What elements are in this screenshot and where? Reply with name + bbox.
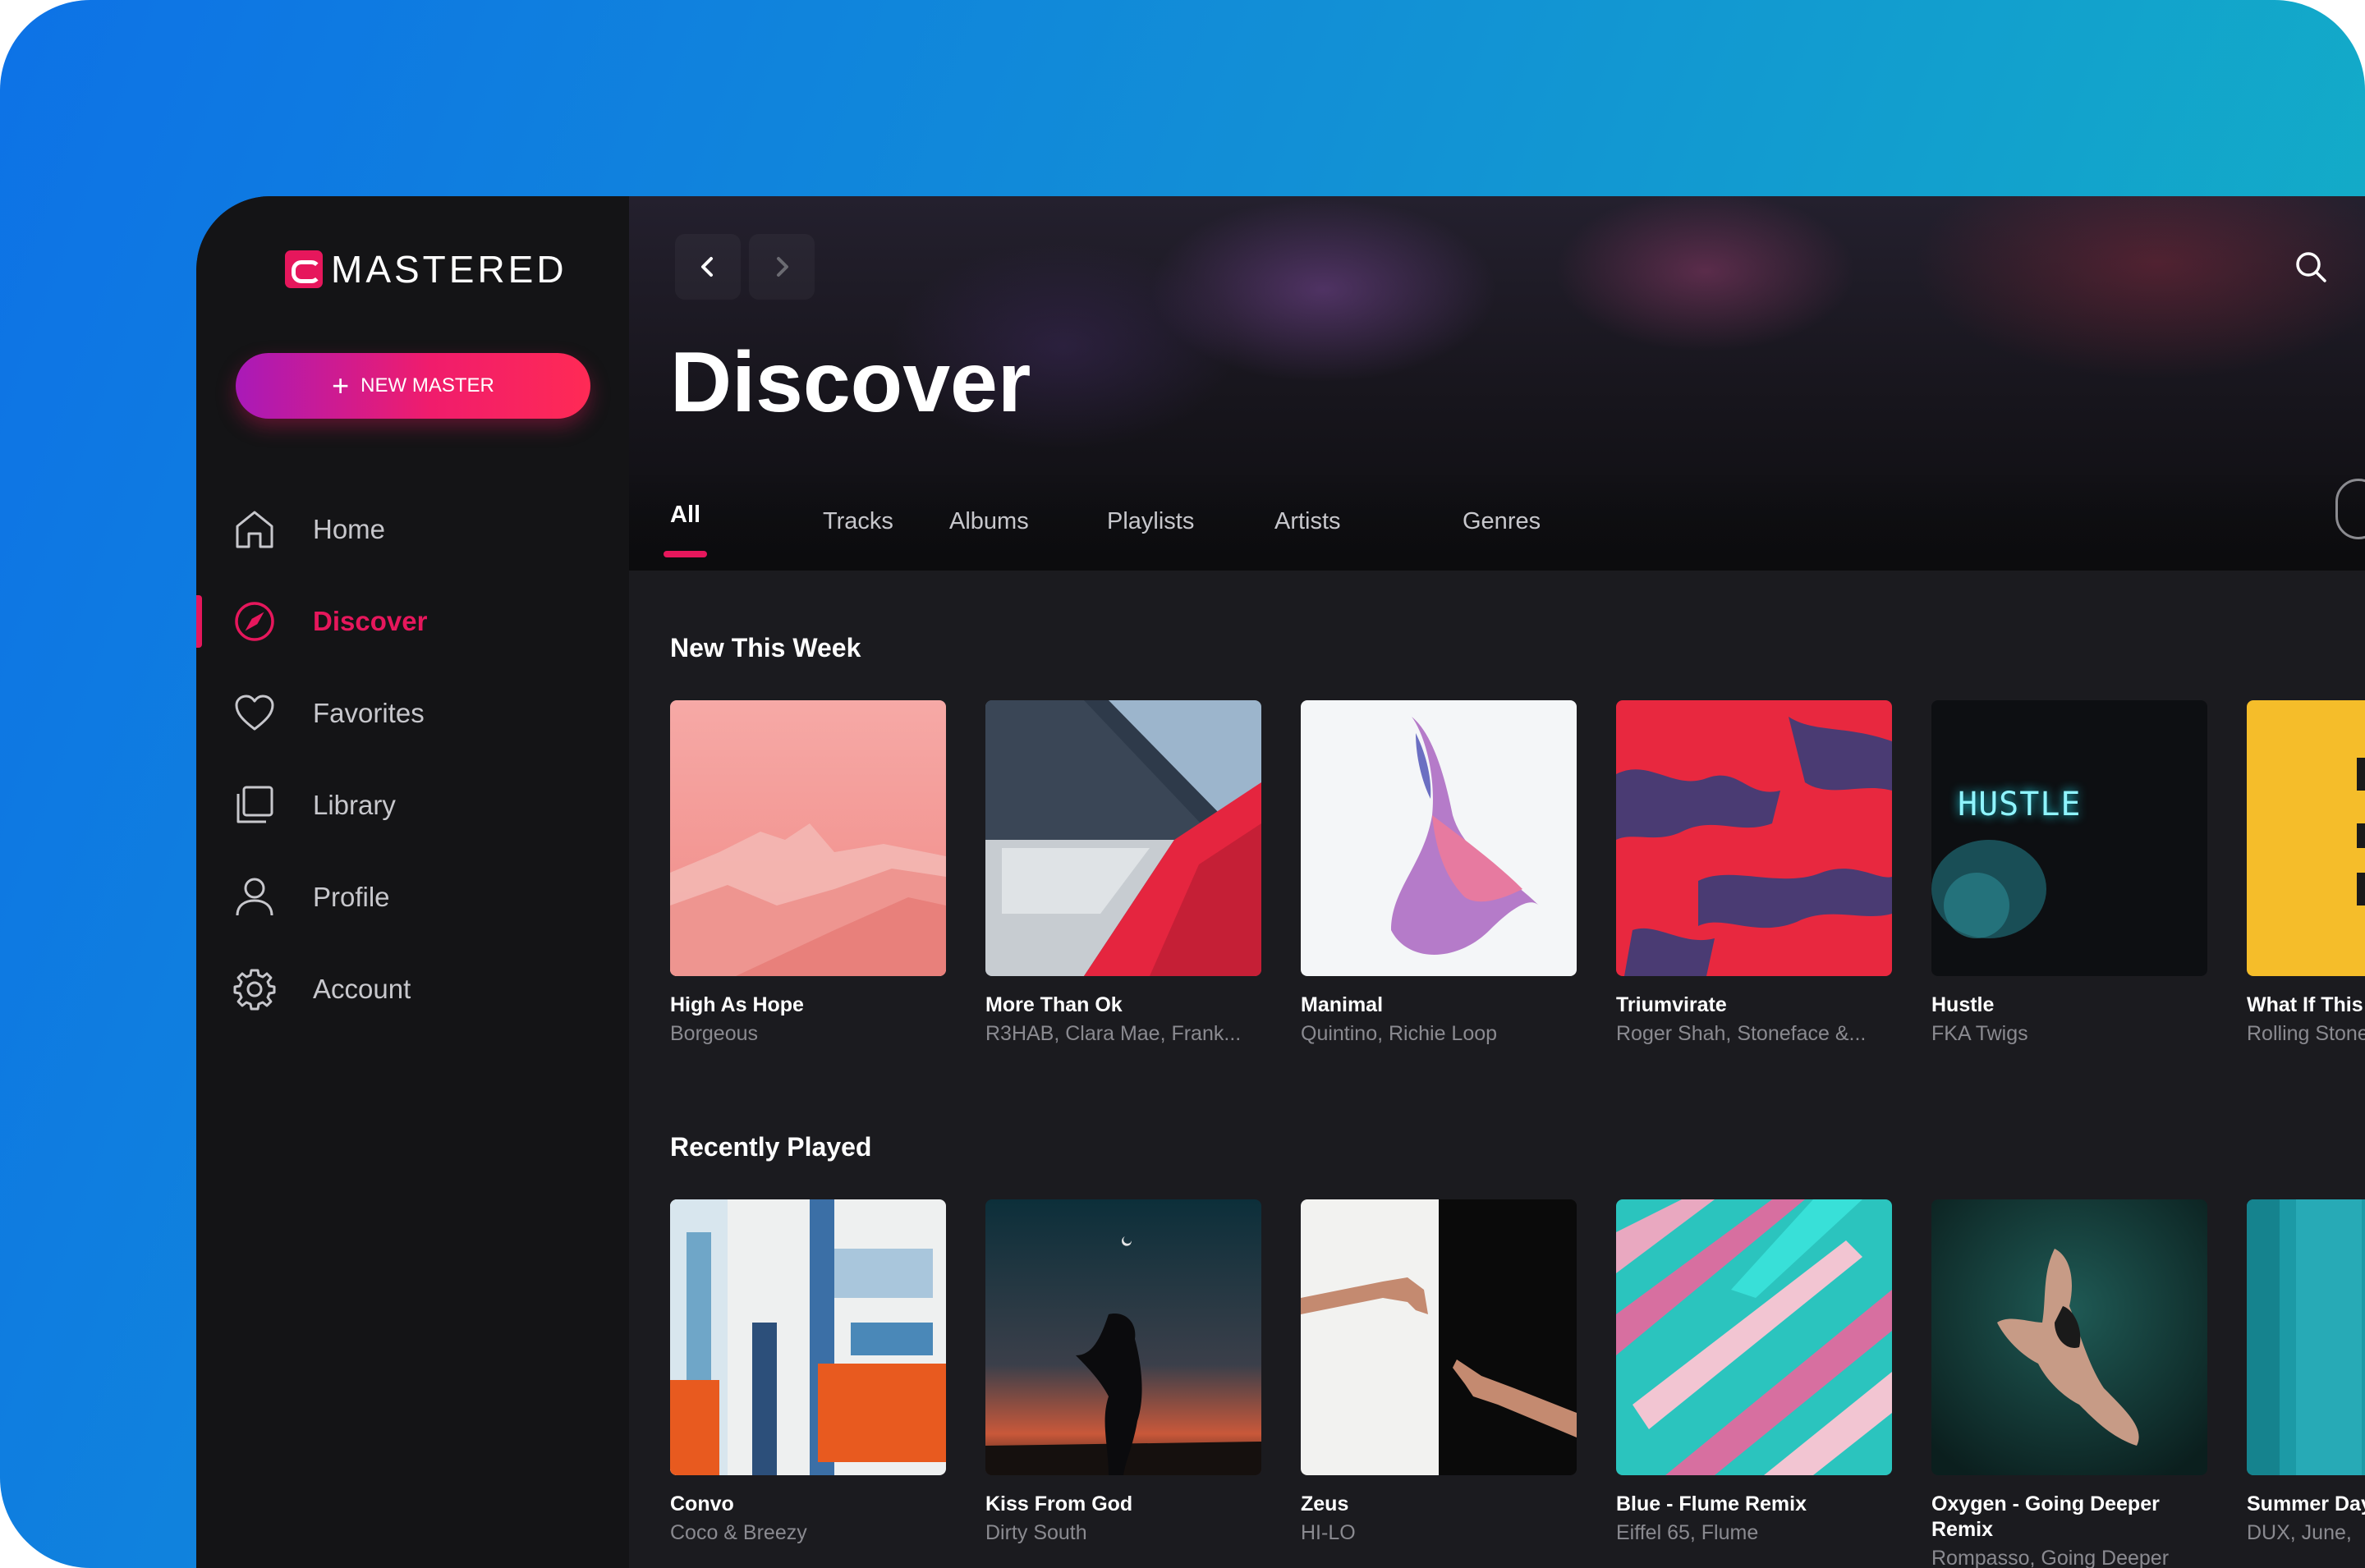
sidebar-item-label: Profile	[313, 882, 390, 912]
album-card[interactable]: Triumvirate Roger Shah, Stoneface &...	[1616, 700, 1892, 1047]
tab-all[interactable]: All	[663, 502, 708, 557]
main-content: Discover All Tracks Albums Playlists Art…	[629, 196, 2365, 1568]
album-title: Kiss From God	[985, 1492, 1133, 1515]
recently-played-row: Convo Coco & Breezy Kiss From God Dirty …	[670, 1199, 2365, 1568]
plus-icon: +	[332, 369, 350, 402]
album-card[interactable]: More Than Ok R3HAB, Clara Mae, Frank...	[985, 700, 1261, 1047]
album-card[interactable]: Manimal Quintino, Richie Loop	[1301, 700, 1577, 1047]
hero-banner: Discover All Tracks Albums Playlists Art…	[629, 196, 2365, 571]
sidebar-item-label: Account	[313, 974, 411, 1004]
tab-artists[interactable]: Artists	[1274, 508, 1341, 535]
album-art	[2247, 700, 2365, 976]
app-window: MASTERED + NEW MASTER Home Discover Favo…	[196, 196, 2365, 1568]
album-title: High As Hope	[670, 993, 804, 1016]
back-button[interactable]	[675, 234, 741, 300]
sidebar-item-label: Discover	[313, 606, 428, 636]
sidebar-nav: Home Discover Favorites Library Profile …	[196, 484, 629, 1035]
album-art	[1931, 1199, 2207, 1475]
page-title: Discover	[670, 335, 1031, 430]
album-art	[1301, 700, 1577, 976]
logo-text: MASTERED	[331, 248, 567, 291]
forward-button[interactable]	[749, 234, 815, 300]
album-artist: Quintino, Richie Loop	[1301, 1022, 1498, 1045]
gear-icon	[232, 967, 277, 1011]
album-art	[670, 700, 946, 976]
sidebar-item-library[interactable]: Library	[196, 759, 629, 851]
tab-albums[interactable]: Albums	[949, 508, 1029, 535]
album-artist: Roger Shah, Stoneface &...	[1616, 1022, 1867, 1045]
search-button[interactable]	[2288, 244, 2334, 290]
new-this-week-row: High As Hope Borgeous More Than Ok R3HAB…	[670, 700, 2365, 1078]
heart-icon	[232, 691, 277, 736]
chevron-right-icon	[777, 257, 788, 277]
library-icon	[232, 783, 277, 828]
album-art	[1301, 1199, 1577, 1475]
album-artist: Dirty South	[985, 1521, 1087, 1544]
album-card[interactable]: Kiss From God Dirty South	[985, 1199, 1261, 1546]
sidebar-item-profile[interactable]: Profile	[196, 851, 629, 943]
album-title: Hustle	[1931, 993, 1995, 1016]
album-title: Convo	[670, 1492, 734, 1515]
album-art	[1616, 700, 1892, 976]
user-icon	[232, 875, 277, 919]
album-art	[985, 1199, 1261, 1475]
sidebar-item-label: Library	[313, 790, 396, 820]
tab-genres[interactable]: Genres	[1463, 508, 1541, 535]
album-title: Blue - Flume Remix	[1616, 1492, 1807, 1515]
sidebar-item-home[interactable]: Home	[196, 484, 629, 575]
album-card[interactable]: High As Hope Borgeous	[670, 700, 946, 1047]
album-art	[985, 700, 1261, 976]
tab-playlists[interactable]: Playlists	[1107, 508, 1194, 535]
chevron-left-icon	[701, 257, 713, 277]
album-card[interactable]: Zeus HI-LO	[1301, 1199, 1577, 1546]
album-artist: FKA Twigs	[1931, 1022, 2028, 1045]
album-artist: DUX, June,	[2247, 1521, 2352, 1544]
album-artist: Rompasso, Going Deeper	[1931, 1547, 2170, 1568]
album-title: Triumvirate	[1616, 993, 1727, 1016]
sidebar-item-label: Home	[313, 514, 386, 544]
sidebar-item-label: Favorites	[313, 698, 425, 728]
album-artist: Borgeous	[670, 1022, 759, 1045]
album-art	[2247, 1199, 2365, 1475]
album-card[interactable]: Convo Coco & Breezy	[670, 1199, 946, 1546]
album-artist: R3HAB, Clara Mae, Frank...	[985, 1022, 1242, 1045]
album-art	[670, 1199, 946, 1475]
album-art-text: HUSTLE	[1958, 786, 2082, 823]
album-title: What If This	[2247, 993, 2363, 1016]
section-title-recently-played: Recently Played	[670, 1132, 872, 1162]
album-artist: Coco & Breezy	[670, 1521, 807, 1544]
album-card[interactable]: HUSTLE Hustle FKA Twigs	[1931, 700, 2207, 1047]
sidebar-item-favorites[interactable]: Favorites	[196, 667, 629, 759]
sidebar-item-account[interactable]: Account	[196, 943, 629, 1035]
album-card[interactable]: Blue - Flume Remix Eiffel 65, Flume	[1616, 1199, 1892, 1546]
album-art: HUSTLE	[1931, 700, 2207, 976]
section-title-new-this-week: New This Week	[670, 633, 861, 663]
album-artist: HI-LO	[1301, 1521, 1356, 1544]
sidebar-item-discover[interactable]: Discover	[196, 575, 629, 667]
home-icon	[232, 507, 277, 552]
logo-mark-icon	[285, 250, 323, 288]
album-title: Manimal	[1301, 993, 1384, 1016]
app-logo[interactable]: MASTERED	[285, 247, 567, 291]
album-title: Zeus	[1301, 1492, 1349, 1515]
album-title: More Than Ok	[985, 993, 1123, 1016]
album-card[interactable]: Oxygen - Going Deeper Remix Rompasso, Go…	[1931, 1199, 2207, 1568]
compass-icon	[232, 599, 277, 644]
album-card[interactable]: What If This Rolling Stone	[2247, 700, 2365, 1047]
new-master-button[interactable]: + NEW MASTER	[236, 353, 590, 419]
album-art	[1616, 1199, 1892, 1475]
album-card[interactable]: Summer Days DUX, June,	[2247, 1199, 2365, 1546]
tab-tracks[interactable]: Tracks	[823, 508, 893, 535]
scroll-handle[interactable]	[2335, 479, 2365, 539]
sidebar: MASTERED + NEW MASTER Home Discover Favo…	[196, 196, 629, 1568]
album-artist: Eiffel 65, Flume	[1616, 1521, 1759, 1544]
new-master-label: NEW MASTER	[360, 374, 494, 397]
album-title: Oxygen - Going Deeper Remix	[1931, 1492, 2160, 1541]
filter-tabs: All Tracks Albums Playlists Artists Genr…	[629, 502, 2365, 571]
album-title: Summer Days	[2247, 1492, 2365, 1515]
search-icon	[2296, 252, 2326, 282]
album-artist: Rolling Stone	[2247, 1022, 2365, 1045]
